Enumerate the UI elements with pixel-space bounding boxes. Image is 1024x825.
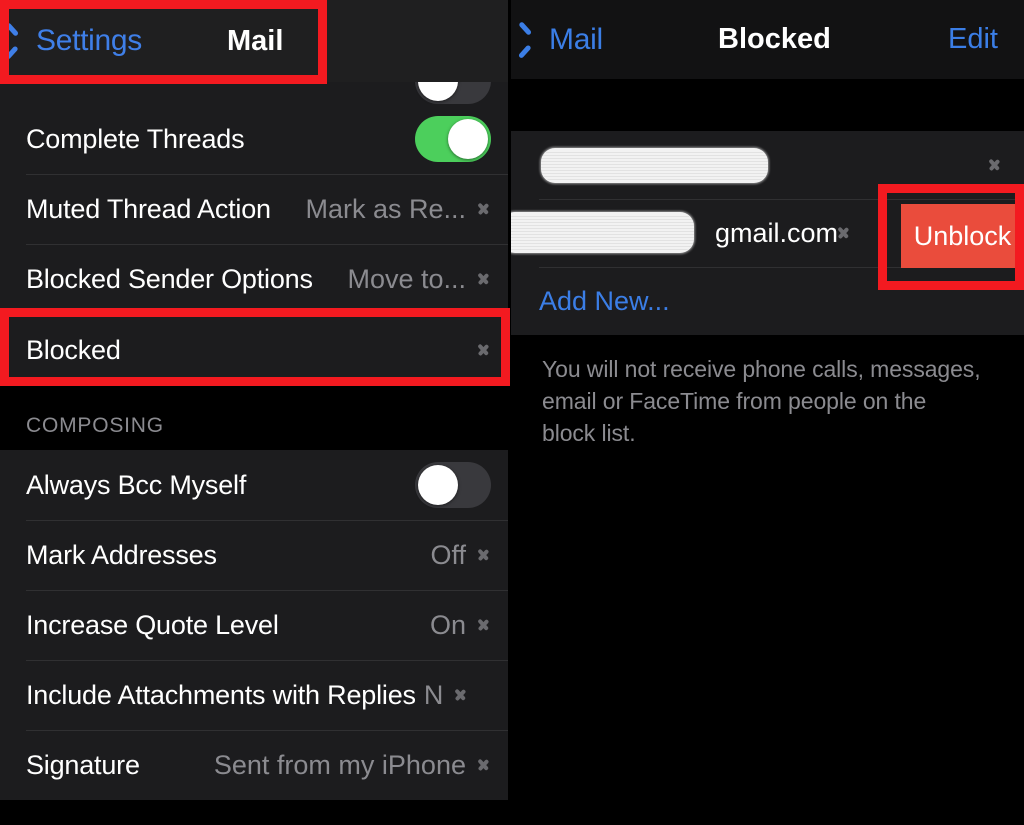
row-label: Blocked Sender Options bbox=[26, 263, 313, 294]
page-title-blocked: Blocked bbox=[718, 23, 831, 55]
row-muted-thread-action[interactable]: Muted Thread Action Mark as Re... bbox=[0, 174, 511, 244]
row-include-attachments-with-replies[interactable]: Include Attachments with Replies N bbox=[0, 660, 511, 730]
threading-group: Complete Threads Muted Thread Action Mar… bbox=[0, 104, 511, 386]
chevron-right-icon bbox=[478, 338, 491, 362]
chevron-right-icon bbox=[478, 267, 491, 291]
add-new-button-label: Add New... bbox=[539, 285, 670, 316]
chevron-right-icon bbox=[478, 753, 491, 777]
row-label: Mark Addresses bbox=[26, 539, 217, 570]
row-value: Sent from my iPhone bbox=[213, 749, 466, 780]
row-label: Complete Threads bbox=[26, 123, 245, 154]
always-bcc-myself-toggle[interactable] bbox=[415, 462, 491, 508]
chevron-right-icon bbox=[989, 153, 1002, 177]
row-value: Off bbox=[430, 539, 466, 570]
right-navbar: Mail Blocked Edit bbox=[511, 0, 1024, 79]
blocked-email-text: gmail.com bbox=[715, 217, 839, 248]
chevron-left-icon bbox=[14, 26, 31, 56]
row-complete-threads[interactable]: Complete Threads bbox=[0, 104, 511, 174]
section-header-composing: COMPOSING bbox=[0, 386, 511, 450]
row-label: Muted Thread Action bbox=[26, 193, 271, 224]
page-title-mail: Mail bbox=[227, 24, 284, 57]
row-always-bcc-myself[interactable]: Always Bcc Myself bbox=[0, 450, 511, 520]
unblock-button[interactable]: Unblock bbox=[901, 204, 1024, 268]
redaction-mark bbox=[511, 212, 694, 253]
clipped-row-toggle[interactable] bbox=[415, 82, 491, 104]
row-label: Increase Quote Level bbox=[26, 609, 279, 640]
toggle-knob bbox=[448, 119, 488, 159]
toggle-knob bbox=[418, 465, 458, 505]
row-mark-addresses[interactable]: Mark Addresses Off bbox=[0, 520, 511, 590]
row-blocked-sender-options[interactable]: Blocked Sender Options Move to... bbox=[0, 244, 511, 314]
left-panel-mail-settings: Settings Mail Complete Threads Muted Thr… bbox=[0, 0, 511, 825]
right-panel-blocked-list: Mail Blocked Edit gmail.com Add New... Y… bbox=[511, 0, 1024, 825]
blocked-list-footer-text: You will not receive phone calls, messag… bbox=[511, 335, 1024, 449]
row-increase-quote-level[interactable]: Increase Quote Level On bbox=[0, 590, 511, 660]
blocked-list-item[interactable] bbox=[511, 131, 1024, 199]
complete-threads-toggle[interactable] bbox=[415, 116, 491, 162]
chevron-right-icon bbox=[478, 543, 491, 567]
back-to-mail-button[interactable]: Mail bbox=[527, 23, 603, 57]
clipped-settings-row[interactable] bbox=[0, 82, 511, 104]
row-label: Always Bcc Myself bbox=[26, 469, 247, 500]
back-button-label: Settings bbox=[36, 24, 142, 57]
row-value: Move to... bbox=[347, 263, 466, 294]
top-gap bbox=[511, 79, 1024, 131]
chevron-right-icon bbox=[455, 683, 468, 707]
edit-button[interactable]: Edit bbox=[948, 23, 998, 56]
row-signature[interactable]: Signature Sent from my iPhone bbox=[0, 730, 511, 800]
row-value: On bbox=[429, 609, 466, 640]
chevron-left-icon bbox=[527, 25, 544, 55]
back-to-settings-button[interactable]: Settings bbox=[14, 24, 142, 58]
toggle-knob bbox=[418, 82, 458, 101]
row-value: N bbox=[423, 679, 444, 710]
composing-group: Always Bcc Myself Mark Addresses Off Inc… bbox=[0, 450, 511, 800]
row-blocked[interactable]: Blocked bbox=[0, 314, 511, 386]
left-navbar: Settings Mail bbox=[0, 0, 511, 82]
add-new-row[interactable]: Add New... bbox=[511, 267, 1024, 335]
row-label: Signature bbox=[26, 749, 140, 780]
chevron-right-icon bbox=[478, 613, 491, 637]
panel-divider bbox=[508, 0, 511, 825]
row-value: Mark as Re... bbox=[305, 193, 466, 224]
row-label: Blocked bbox=[26, 334, 121, 365]
screenshot-root: Settings Mail Complete Threads Muted Thr… bbox=[0, 0, 1024, 825]
chevron-right-icon bbox=[838, 221, 851, 245]
chevron-right-icon bbox=[478, 197, 491, 221]
back-button-label: Mail bbox=[549, 22, 603, 56]
redaction-mark bbox=[541, 147, 768, 183]
row-label: Include Attachments with Replies bbox=[26, 679, 416, 710]
